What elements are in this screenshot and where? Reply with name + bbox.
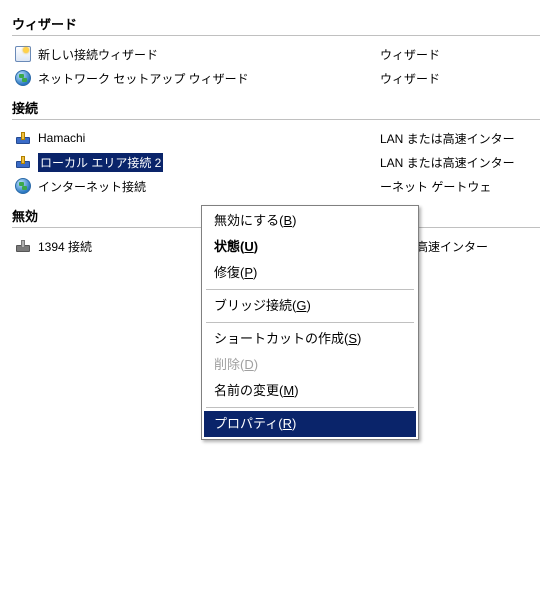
divider	[12, 35, 540, 36]
list-item[interactable]: 新しい接続ウィザード ウィザード	[12, 42, 540, 66]
group-title-connection: 接続	[12, 98, 540, 117]
lan-disabled-icon	[14, 237, 32, 255]
lan-icon	[14, 129, 32, 147]
menu-separator	[206, 289, 414, 290]
menu-item[interactable]: ブリッジ接続(G)	[204, 293, 416, 319]
menu-item-label: 無効にする(B)	[214, 213, 296, 228]
item-type: ウィザード	[380, 46, 540, 63]
globe-icon	[14, 69, 32, 87]
item-label: ローカル エリア接続 2	[38, 153, 163, 172]
menu-separator	[206, 322, 414, 323]
menu-item[interactable]: 修復(P)	[204, 260, 416, 286]
menu-item[interactable]: プロパティ(R)	[204, 411, 416, 437]
item-label: 新しい接続ウィザード	[38, 46, 158, 63]
list-item[interactable]: インターネット接続 ーネット ゲートウェ	[12, 174, 540, 198]
globe-icon	[14, 177, 32, 195]
menu-item[interactable]: 名前の変更(M)	[204, 378, 416, 404]
item-label: ネットワーク セットアップ ウィザード	[38, 70, 249, 87]
list-item[interactable]: ネットワーク セットアップ ウィザード ウィザード	[12, 66, 540, 90]
item-type: LAN または高速インター	[380, 154, 540, 171]
item-type: LAN または高速インター	[380, 130, 540, 147]
item-type: ーネット ゲートウェ	[380, 178, 540, 195]
list-item-selected[interactable]: ローカル エリア接続 2 LAN または高速インター	[12, 150, 540, 174]
menu-item-label: 名前の変更(M)	[214, 383, 299, 398]
item-type: ウィザード	[380, 70, 540, 87]
menu-item[interactable]: 無効にする(B)	[204, 208, 416, 234]
menu-item-label: 削除(D)	[214, 357, 258, 372]
item-label: 1394 接続	[38, 238, 92, 255]
context-menu: 無効にする(B) 状態(U) 修復(P) ブリッジ接続(G) ショートカットの作成(S)…	[201, 205, 419, 440]
menu-item-label: 修復(P)	[214, 265, 257, 280]
item-label: Hamachi	[38, 131, 85, 145]
menu-item: 削除(D)	[204, 352, 416, 378]
list-item[interactable]: Hamachi LAN または高速インター	[12, 126, 540, 150]
wizard-icon	[14, 45, 32, 63]
menu-item-label: ブリッジ接続(G)	[214, 298, 311, 313]
menu-item[interactable]: 状態(U)	[204, 234, 416, 260]
menu-item[interactable]: ショートカットの作成(S)	[204, 326, 416, 352]
lan-icon	[14, 153, 32, 171]
divider	[12, 119, 540, 120]
menu-item-label: 状態(U)	[214, 239, 258, 254]
menu-item-label: ショートカットの作成(S)	[214, 331, 361, 346]
menu-separator	[206, 407, 414, 408]
menu-item-label: プロパティ(R)	[214, 416, 296, 431]
item-label: インターネット接続	[38, 178, 146, 195]
group-title-wizard: ウィザード	[12, 14, 540, 33]
